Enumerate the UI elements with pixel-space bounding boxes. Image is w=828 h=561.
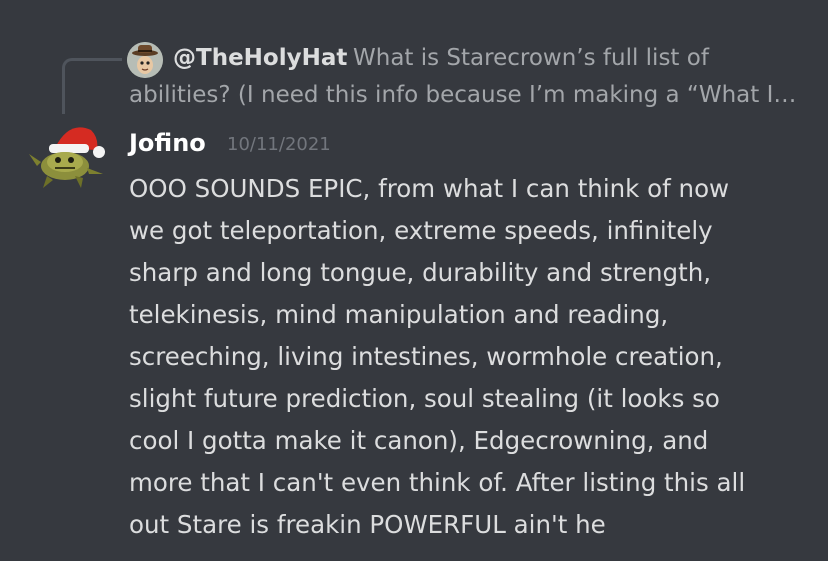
message-text-line: out Stare is freakin POWERFUL ain't he <box>129 510 606 539</box>
reply-username[interactable]: @TheHolyHat <box>173 42 347 74</box>
hat-avatar-icon[interactable] <box>127 42 163 78</box>
message-text-line: slight future prediction, soul stealing … <box>129 384 720 413</box>
message-text-line: screeching, living intestines, wormhole … <box>129 342 723 371</box>
message-text-line: we got teleportation, extreme speeds, in… <box>129 216 713 245</box>
message-text-line: OOO SOUNDS EPIC, from what I can think o… <box>129 174 730 203</box>
reply-connector-line <box>62 58 122 114</box>
message-text-line: telekinesis, mind manipulation and readi… <box>129 300 669 329</box>
message-content: OOO SOUNDS EPIC, from what I can think o… <box>129 168 819 546</box>
message-text-line: more that I can't even think of. After l… <box>129 468 746 497</box>
santa-hat-creature-avatar-icon[interactable] <box>25 118 107 192</box>
message-timestamp: 10/11/2021 <box>227 134 331 155</box>
reply-preview-text[interactable]: What is Starecrown’s full list of <box>353 42 709 74</box>
reply-preview-text-continued[interactable]: abilities? (I need this info because I’m… <box>129 79 796 111</box>
message-text-line: cool I gotta make it canon), Edgecrownin… <box>129 426 709 455</box>
message-author[interactable]: Jofino <box>129 126 206 160</box>
message-text-line: sharp and long tongue, durability and st… <box>129 258 712 287</box>
